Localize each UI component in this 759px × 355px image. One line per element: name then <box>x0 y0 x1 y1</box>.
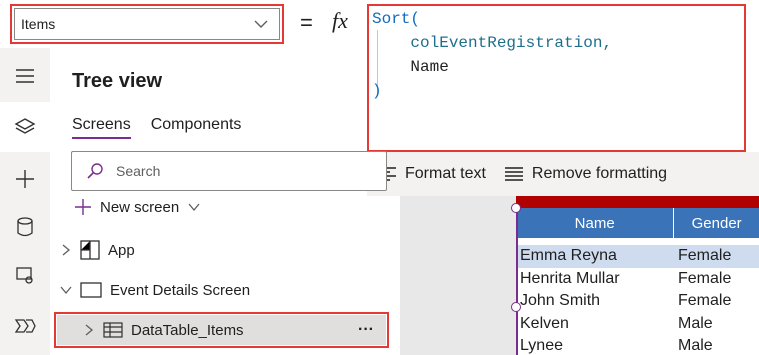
left-rail <box>0 48 50 355</box>
table-icon <box>103 322 123 338</box>
property-dropdown[interactable]: Items <box>14 8 280 40</box>
data-table[interactable]: Name Gender Emma Reyna Female Henrita Mu… <box>516 196 759 355</box>
table-body: Emma Reyna Female Henrita Mullar Female … <box>516 245 759 355</box>
formula-line-3: Name <box>372 58 449 76</box>
chevron-right-icon <box>85 324 94 336</box>
cell-name: John Smith <box>520 292 601 310</box>
plus-icon <box>75 199 91 215</box>
property-dropdown-highlight[interactable]: Items <box>10 4 284 44</box>
selection-border <box>516 209 518 355</box>
chevron-down-icon <box>188 203 200 212</box>
chevron-right-icon <box>62 244 71 256</box>
column-header-name[interactable]: Name <box>516 208 675 238</box>
more-options-icon[interactable]: ··· <box>358 321 374 339</box>
formula-line-2: colEventRegistration, <box>372 34 613 52</box>
app-icon <box>80 240 100 260</box>
column-header-gender[interactable]: Gender <box>674 208 759 238</box>
search-icon <box>87 163 103 179</box>
screen-header-bar <box>516 196 759 208</box>
cell-name: Henrita Mullar <box>520 269 620 287</box>
tree-item-datatable[interactable]: DataTable_Items ··· <box>57 315 386 345</box>
tab-components[interactable]: Components <box>151 116 242 139</box>
tree-view-panel: Tree view Screens Components Search New … <box>50 48 389 355</box>
layers-icon[interactable] <box>0 102 50 152</box>
chevron-down-icon <box>60 286 72 295</box>
remove-formatting-label: Remove formatting <box>531 165 668 182</box>
power-automate-icon[interactable] <box>9 310 41 342</box>
plus-icon[interactable] <box>9 163 41 195</box>
format-toolbar: Format text Remove formatting <box>367 152 759 196</box>
tree-view-title: Tree view <box>72 70 163 92</box>
resize-handle-middle-left[interactable] <box>511 302 521 312</box>
cell-name: Emma Reyna <box>520 247 617 265</box>
format-text-label: Format text <box>405 165 486 182</box>
tree-item-app[interactable]: App <box>50 232 367 268</box>
table-row[interactable]: Kelven Male <box>516 313 759 336</box>
cell-gender: Male <box>678 337 713 355</box>
search-input[interactable]: Search <box>71 151 387 191</box>
formula-line-1: Sort( <box>372 10 421 28</box>
search-placeholder: Search <box>116 163 161 179</box>
cell-name: Lynee <box>520 337 563 355</box>
table-header: Name Gender <box>516 208 759 238</box>
new-screen-label: New screen <box>100 198 180 216</box>
cell-gender: Male <box>678 314 713 332</box>
chevron-down-icon <box>254 20 268 28</box>
remove-formatting-button[interactable]: Remove formatting <box>504 165 667 183</box>
table-row[interactable]: Henrita Mullar Female <box>516 268 759 291</box>
remove-formatting-icon <box>504 167 523 181</box>
tree-tabs: Screens Components <box>72 116 241 139</box>
property-value: Items <box>21 16 56 32</box>
media-icon[interactable] <box>9 259 41 291</box>
tree-item-screen-label: Event Details Screen <box>110 281 251 299</box>
format-text-button[interactable]: Format text <box>377 165 486 183</box>
tree-item-datatable-label: DataTable_Items <box>131 321 244 339</box>
tree-item-app-label: App <box>108 241 135 259</box>
cell-gender: Female <box>678 292 732 310</box>
table-row[interactable]: Emma Reyna Female <box>516 245 759 268</box>
cell-name: Kelven <box>520 314 569 332</box>
new-screen-button[interactable]: New screen <box>74 198 201 216</box>
menu-icon[interactable] <box>9 60 41 92</box>
formula-line-4: ) <box>372 82 382 100</box>
formula-editor[interactable]: Sort( colEventRegistration, Name ) <box>367 4 746 152</box>
equals-sign: = <box>300 10 313 35</box>
table-row[interactable]: John Smith Female <box>516 290 759 313</box>
screen-icon <box>80 282 102 298</box>
fx-icon[interactable]: fx <box>332 8 348 34</box>
table-row[interactable]: Lynee Male <box>516 335 759 355</box>
database-icon[interactable] <box>9 211 41 243</box>
cell-gender: Female <box>678 247 732 265</box>
tab-screens[interactable]: Screens <box>72 116 131 139</box>
resize-handle-top-left[interactable] <box>511 203 521 213</box>
tree-item-event-details-screen[interactable]: Event Details Screen <box>50 272 367 308</box>
cell-gender: Female <box>678 269 732 287</box>
formula-text[interactable]: Sort( colEventRegistration, Name ) <box>372 7 612 103</box>
